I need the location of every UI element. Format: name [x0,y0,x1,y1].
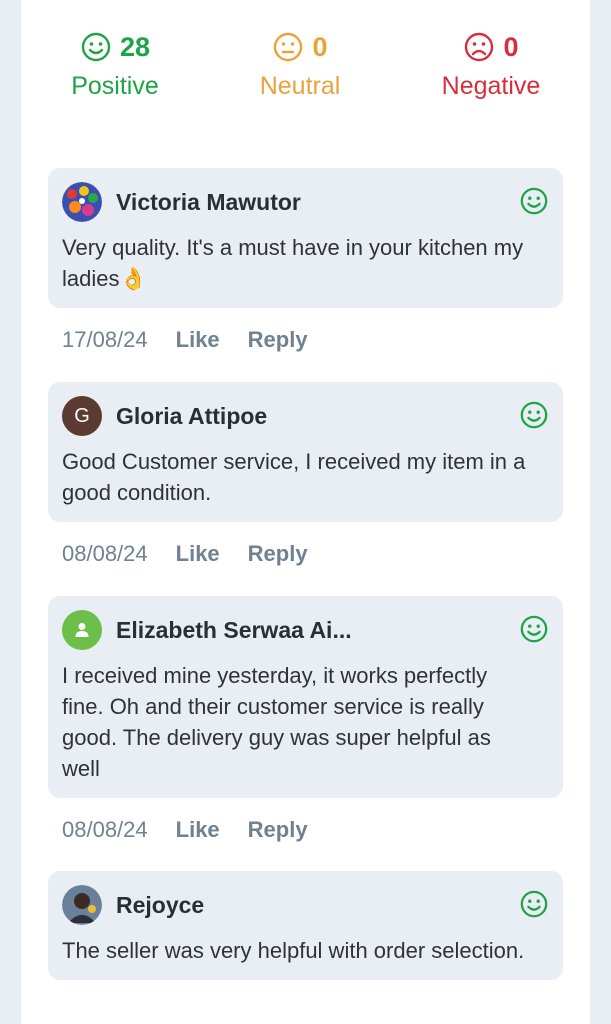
comment-item: Victoria Mawutor Very quality. It's a mu… [48,168,563,355]
sentiment-summary: 28 Positive 0 Neutral 0 Negative [21,28,590,108]
neutral-label: Neutral [259,72,341,100]
comment-date: 17/08/24 [62,327,148,352]
neutral-face-icon [274,32,303,62]
avatar-initial: G [74,404,90,427]
comment-text: The seller was very helpful with order s… [62,938,525,963]
negative-count: 0 [503,31,519,62]
comment-text: Good Customer service, I received my ite… [62,449,526,505]
neutral-count: 0 [312,31,328,62]
author-name[interactable]: Victoria Mawutor [116,189,301,216]
avatar[interactable] [62,182,102,222]
author-name[interactable]: Gloria Attipoe [116,403,267,430]
avatar[interactable] [62,610,102,650]
negative-label: Negative [441,72,541,100]
comment-card: Rejoyce The seller was very helpful with… [48,871,563,980]
reply-button[interactable]: Reply [248,327,308,353]
comment-text: I received mine yesterday, it works perf… [62,663,491,781]
sad-face-icon [465,32,494,62]
happy-face-icon [520,890,548,918]
person-icon [75,623,89,637]
author-name[interactable]: Rejoyce [116,892,204,919]
comment-date: 08/08/24 [62,541,148,566]
happy-face-icon [520,615,548,643]
comment-meta: 08/08/24 Like Reply [48,539,563,569]
avatar[interactable]: G [62,396,102,436]
avatar-photo [62,885,102,925]
happy-face-icon [520,187,548,215]
comment-item: G Gloria Attipoe Good Customer service, … [48,382,563,569]
positive-summary[interactable]: 28 Positive [35,28,195,99]
happy-face-icon [81,32,111,62]
avatar-photo [62,182,102,222]
reviews-panel: 28 Positive 0 Neutral 0 Negative Victori… [21,0,590,1024]
positive-label: Positive [71,72,159,100]
comment-meta: 17/08/24 Like Reply [48,325,563,355]
like-button[interactable]: Like [176,817,220,843]
comment-item: Elizabeth Serwaa Ai... I received mine y… [48,596,563,845]
comment-item: Rejoyce The seller was very helpful with… [48,871,563,980]
reply-button[interactable]: Reply [248,541,308,567]
happy-face-icon [520,401,548,429]
like-button[interactable]: Like [176,327,220,353]
comment-card: G Gloria Attipoe Good Customer service, … [48,382,563,522]
comment-date: 08/08/24 [62,817,148,842]
reply-button[interactable]: Reply [248,817,308,843]
avatar[interactable] [62,885,102,925]
author-name[interactable]: Elizabeth Serwaa Ai... [116,617,352,644]
like-button[interactable]: Like [176,541,220,567]
negative-summary[interactable]: 0 Negative [411,28,571,99]
comment-card: Victoria Mawutor Very quality. It's a mu… [48,168,563,308]
neutral-summary[interactable]: 0 Neutral [220,28,380,99]
comment-card: Elizabeth Serwaa Ai... I received mine y… [48,596,563,798]
comment-meta: 08/08/24 Like Reply [48,815,563,845]
positive-count: 28 [119,31,151,62]
comment-text: Very quality. It's a must have in your k… [62,235,524,291]
